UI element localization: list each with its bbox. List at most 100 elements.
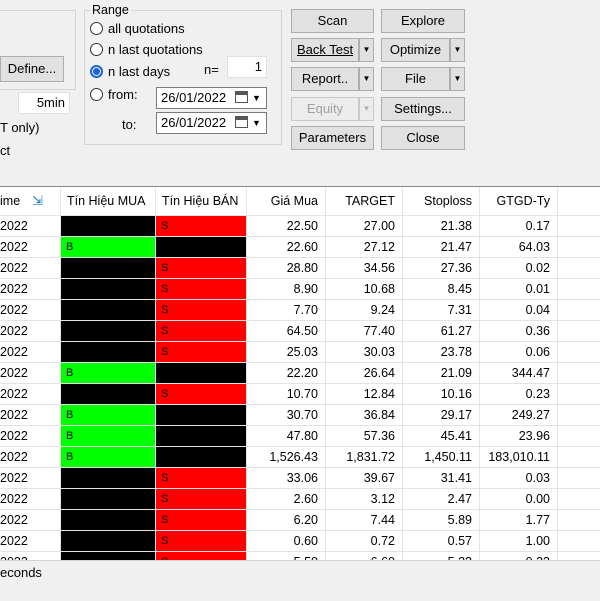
label-all-quotations: all quotations (108, 21, 185, 36)
cell-gtgd: 183,010.11 (480, 447, 558, 467)
range-title: Range (90, 3, 131, 17)
cell-stoploss: 61.27 (403, 321, 480, 341)
cell-date: 2022 (0, 489, 61, 509)
radio-all-quotations[interactable] (90, 22, 103, 35)
equity-button[interactable]: Equity (291, 97, 359, 121)
table-row[interactable]: 2022 S 25.03 30.03 23.78 0.06 (0, 342, 600, 363)
table-row[interactable]: 2022 B 47.80 57.36 45.41 23.96 (0, 426, 600, 447)
cell-gia-mua: 28.80 (247, 258, 326, 278)
radio-from[interactable] (90, 88, 103, 101)
cell-buy-signal (61, 510, 156, 530)
cell-gia-mua: 30.70 (247, 405, 326, 425)
column-header-gia-mua[interactable]: Giá Mua (247, 187, 326, 215)
cell-date: 2022 (0, 468, 61, 488)
cell-target: 9.24 (326, 300, 403, 320)
table-row[interactable]: 2022 S 33.06 39.67 31.41 0.03 (0, 468, 600, 489)
cell-gia-mua: 33.06 (247, 468, 326, 488)
cell-sell-signal: S (156, 342, 247, 362)
chevron-down-icon[interactable]: ▼ (252, 93, 261, 103)
cell-gtgd: 64.03 (480, 237, 558, 257)
table-row[interactable]: 2022 S 2.60 3.12 2.47 0.00 (0, 489, 600, 510)
table-row[interactable]: 2022 S 7.70 9.24 7.31 0.04 (0, 300, 600, 321)
table-row[interactable]: 2022 B 22.60 27.12 21.47 64.03 (0, 237, 600, 258)
cell-date: 2022 (0, 279, 61, 299)
parameters-button[interactable]: Parameters (291, 126, 374, 150)
report-dropdown-icon[interactable]: ▼ (359, 67, 374, 91)
optimize-dropdown-icon[interactable]: ▼ (450, 38, 465, 62)
cell-sell-signal: S (156, 531, 247, 551)
radio-n-last-quotations[interactable] (90, 43, 103, 56)
cell-date: 2022 (0, 363, 61, 383)
calendar-icon[interactable] (235, 91, 248, 103)
column-header-buy-signal[interactable]: Tín Hiệu MUA (61, 187, 156, 215)
column-header-sell-signal[interactable]: Tín Hiệu BÁN (156, 187, 247, 215)
cell-gtgd: 0.02 (480, 258, 558, 278)
table-row[interactable]: 2022 S 28.80 34.56 27.36 0.02 (0, 258, 600, 279)
scan-button[interactable]: Scan (291, 9, 374, 33)
explore-button[interactable]: Explore (381, 9, 465, 33)
equity-label: Equity (306, 101, 344, 116)
interval-field[interactable]: 5min (18, 92, 70, 114)
cell-gia-mua: 10.70 (247, 384, 326, 404)
label-to: to: (122, 117, 137, 132)
report-button[interactable]: Report.. (291, 67, 359, 91)
cell-target: 57.36 (326, 426, 403, 446)
cell-date: 2022 (0, 426, 61, 446)
radio-n-last-days[interactable] (90, 65, 103, 78)
cell-date: 2022 (0, 300, 61, 320)
table-row[interactable]: 2022 B 30.70 36.84 29.17 249.27 (0, 405, 600, 426)
sort-icon[interactable]: ⇲ (32, 187, 43, 215)
cell-stoploss: 10.16 (403, 384, 480, 404)
table-row[interactable]: 2022 S 0.60 0.72 0.57 1.00 (0, 531, 600, 552)
table-row[interactable]: 2022 S 6.20 7.44 5.89 1.77 (0, 510, 600, 531)
cell-gia-mua: 8.90 (247, 279, 326, 299)
table-row[interactable]: 2022 S 8.90 10.68 8.45 0.01 (0, 279, 600, 300)
table-row[interactable]: 2022 S 64.50 77.40 61.27 0.36 (0, 321, 600, 342)
cell-sell-signal (156, 363, 247, 383)
n-value-field[interactable]: 1 (227, 56, 267, 78)
settings-button[interactable]: Settings... (381, 97, 465, 121)
cell-gia-mua: 1,526.43 (247, 447, 326, 467)
cell-sell-signal: S (156, 258, 247, 278)
column-header-target[interactable]: TARGET (326, 187, 403, 215)
file-dropdown-icon[interactable]: ▼ (450, 67, 465, 91)
file-button[interactable]: File (381, 67, 450, 91)
cell-target: 3.12 (326, 489, 403, 509)
cell-buy-signal: B (61, 405, 156, 425)
cell-stoploss: 31.41 (403, 468, 480, 488)
cell-target: 27.12 (326, 237, 403, 257)
close-button[interactable]: Close (381, 126, 465, 150)
cell-gia-mua: 22.20 (247, 363, 326, 383)
table-row[interactable]: 2022 S 22.50 27.00 21.38 0.17 (0, 216, 600, 237)
calendar-icon[interactable] (235, 116, 248, 128)
column-header-gtgd[interactable]: GTGD-Ty (480, 187, 558, 215)
cell-date: 2022 (0, 216, 61, 236)
equity-dropdown-icon[interactable]: ▼ (359, 97, 374, 121)
table-row[interactable]: 2022 B 22.20 26.64 21.09 344.47 (0, 363, 600, 384)
table-row[interactable]: 2022 B 1,526.43 1,831.72 1,450.11 183,010.11 (0, 447, 600, 468)
cell-buy-signal (61, 300, 156, 320)
results-grid[interactable]: ime ⇲ Tín Hiệu MUA Tín Hiệu BÁN Giá Mua … (0, 186, 600, 561)
cell-gtgd: 0.04 (480, 300, 558, 320)
cell-buy-signal (61, 342, 156, 362)
backtest-button[interactable]: Back Test (291, 38, 359, 62)
from-date-field[interactable]: 26/01/2022 (156, 87, 267, 109)
cell-buy-signal (61, 468, 156, 488)
chevron-down-icon[interactable]: ▼ (252, 118, 261, 128)
cell-buy-signal: B (61, 426, 156, 446)
optimize-button[interactable]: Optimize (381, 38, 450, 62)
column-header-stoploss[interactable]: Stoploss (403, 187, 480, 215)
cell-target: 30.03 (326, 342, 403, 362)
cell-gia-mua: 2.60 (247, 489, 326, 509)
cell-gtgd: 0.00 (480, 489, 558, 509)
cell-gtgd: 23.96 (480, 426, 558, 446)
cell-buy-signal: B (61, 363, 156, 383)
column-header-time[interactable]: ime ⇲ (0, 187, 61, 215)
backtest-dropdown-icon[interactable]: ▼ (359, 38, 374, 62)
to-date-field[interactable]: 26/01/2022 (156, 112, 267, 134)
table-row[interactable]: 2022 S 10.70 12.84 10.16 0.23 (0, 384, 600, 405)
cell-stoploss: 0.57 (403, 531, 480, 551)
cell-target: 27.00 (326, 216, 403, 236)
define-button[interactable]: Define... (0, 56, 64, 82)
grid-header: ime ⇲ Tín Hiệu MUA Tín Hiệu BÁN Giá Mua … (0, 187, 600, 216)
